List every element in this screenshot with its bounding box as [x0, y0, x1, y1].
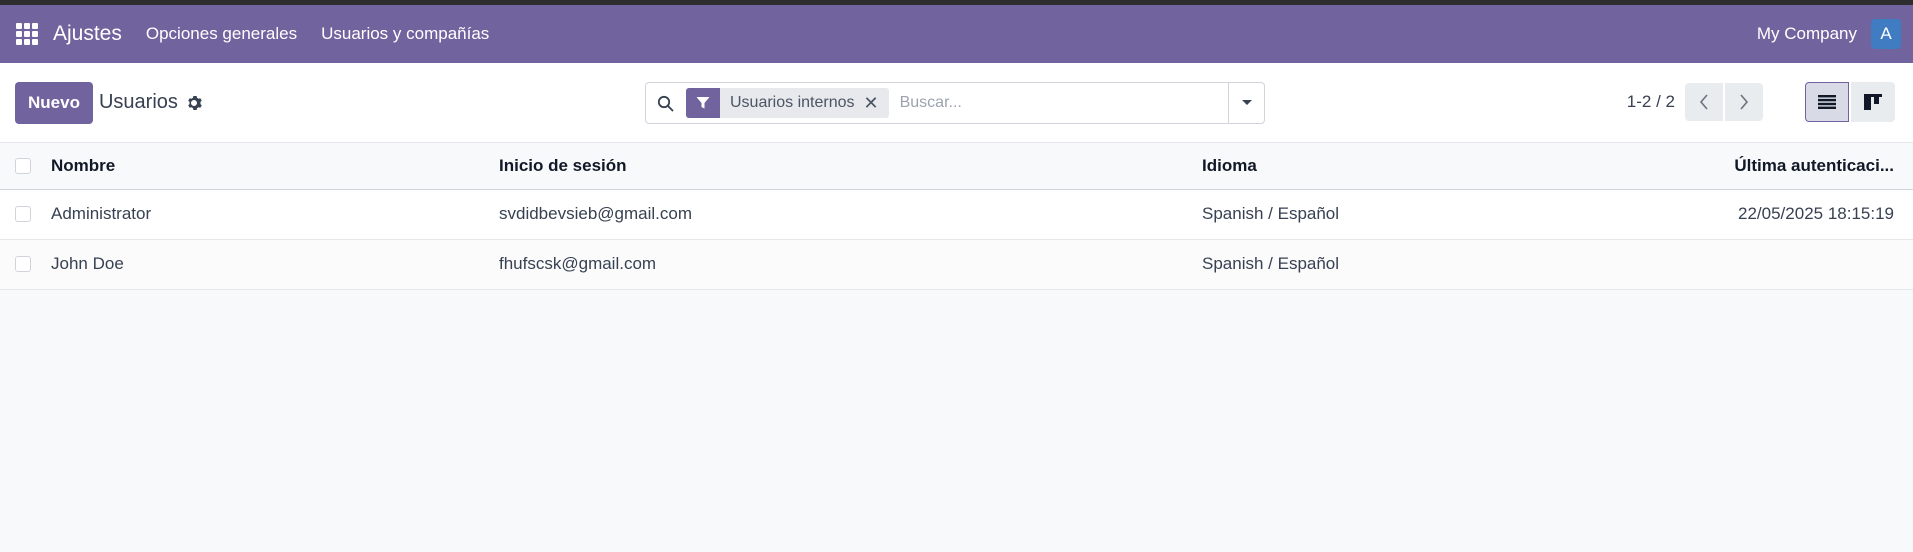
gear-icon[interactable]	[186, 95, 202, 111]
search-input[interactable]	[888, 84, 1228, 122]
control-panel: Nuevo Usuarios Usuarios internos ✕ 1-2 /…	[0, 63, 1913, 143]
users-table: Nombre Inicio de sesión Idioma Última au…	[0, 143, 1913, 290]
nav-general-settings[interactable]: Opciones generales	[146, 24, 297, 44]
search-options-toggle[interactable]	[1228, 83, 1264, 123]
chevron-left-icon	[1699, 94, 1708, 110]
pager-previous-button[interactable]	[1685, 83, 1723, 121]
company-switcher[interactable]: My Company	[1757, 24, 1857, 44]
search-bar: Usuarios internos ✕	[645, 82, 1265, 124]
caret-down-icon	[1241, 100, 1252, 105]
column-name[interactable]: Nombre	[51, 143, 499, 190]
cell-last-auth	[1734, 239, 1913, 290]
kanban-view-icon	[1864, 94, 1882, 110]
filter-icon	[686, 88, 720, 118]
cell-language: Spanish / Español	[1202, 239, 1734, 290]
row-checkbox-cell	[0, 189, 51, 240]
list-view-button[interactable]	[1805, 82, 1849, 122]
row-checkbox-cell	[0, 239, 51, 290]
table-row[interactable]: John Doe fhufscsk@gmail.com Spanish / Es…	[0, 239, 1913, 290]
cell-login: fhufscsk@gmail.com	[499, 239, 1202, 290]
app-title[interactable]: Ajustes	[53, 22, 122, 46]
cell-last-auth: 22/05/2025 18:15:19	[1734, 189, 1913, 240]
pager-next-button[interactable]	[1725, 83, 1763, 121]
table-row[interactable]: Administrator svdidbevsieb@gmail.com Spa…	[0, 189, 1913, 240]
cell-language: Spanish / Español	[1202, 189, 1734, 240]
table-header-row: Nombre Inicio de sesión Idioma Última au…	[0, 143, 1913, 190]
search-facet[interactable]: Usuarios internos ✕	[686, 88, 889, 118]
select-all-checkbox[interactable]	[15, 157, 31, 174]
header-checkbox-cell	[0, 143, 51, 190]
new-button[interactable]: Nuevo	[15, 81, 93, 124]
pager-value[interactable]: 1-2 / 2	[1627, 92, 1675, 112]
chevron-right-icon	[1740, 94, 1749, 110]
cell-login: svdidbevsieb@gmail.com	[499, 189, 1202, 240]
nav-users-companies[interactable]: Usuarios y compañías	[321, 24, 489, 44]
apps-menu-icon[interactable]	[16, 23, 38, 45]
user-avatar[interactable]: A	[1871, 19, 1901, 49]
pager: 1-2 / 2	[1627, 82, 1895, 122]
row-checkbox[interactable]	[15, 256, 31, 272]
column-login[interactable]: Inicio de sesión	[499, 143, 1202, 190]
column-language[interactable]: Idioma	[1202, 143, 1734, 190]
facet-close-icon[interactable]: ✕	[864, 93, 889, 114]
cell-name: John Doe	[51, 239, 499, 290]
top-navbar: Ajustes Opciones generales Usuarios y co…	[0, 5, 1913, 63]
cell-name: Administrator	[51, 189, 499, 240]
list-view-icon	[1818, 95, 1836, 109]
search-icon[interactable]	[646, 83, 684, 123]
column-last-auth[interactable]: Última autenticaci...	[1734, 143, 1913, 190]
facet-label: Usuarios internos	[730, 94, 855, 111]
kanban-view-button[interactable]	[1851, 82, 1895, 122]
row-checkbox[interactable]	[15, 206, 31, 222]
page-title: Usuarios	[98, 91, 178, 113]
